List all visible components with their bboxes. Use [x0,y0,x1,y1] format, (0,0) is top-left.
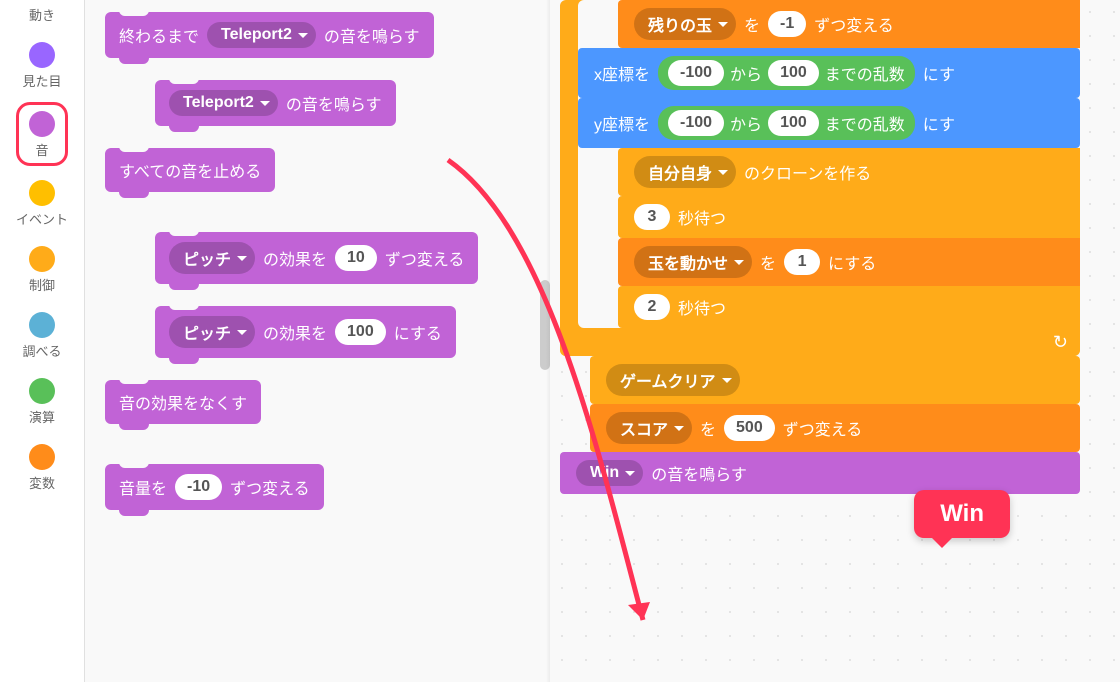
wait-value-input[interactable]: 3 [634,204,670,230]
change-score-block[interactable]: スコア を 500 ずつ変える [590,404,1080,452]
script-workspace[interactable]: 残りの玉 を -1 ずつ変える x座標を -100 から 100 までの乱数 [550,0,1120,682]
random-operator[interactable]: -100 から 100 までの乱数 [658,106,915,140]
play-sound-block[interactable]: Teleport2 の音を鳴らす [155,80,396,126]
wait-block[interactable]: 3 秒待つ [618,196,1080,238]
play-sound-until-done-block[interactable]: 終わるまで Teleport2 の音を鳴らす [105,12,434,58]
clone-dropdown[interactable]: 自分自身 [634,156,736,188]
looks-icon [29,42,55,68]
create-clone-block[interactable]: 自分自身 のクローンを作る [618,148,1080,196]
random-operator[interactable]: -100 から 100 までの乱数 [658,56,915,90]
variables-icon [29,444,55,470]
broadcast-block[interactable]: ゲームクリア [590,356,1080,404]
wait-block[interactable]: 2 秒待つ [618,286,1080,328]
clear-effects-block[interactable]: 音の効果をなくす [105,380,261,424]
var-dropdown[interactable]: 玉を動かせ [634,246,752,278]
block-palette: 終わるまで Teleport2 の音を鳴らす Teleport2 の音を鳴らす … [85,0,550,682]
effect-value-input[interactable]: 100 [335,319,386,345]
effect-dropdown[interactable]: ピッチ [169,242,255,274]
wait-value-input[interactable]: 2 [634,294,670,320]
sound-dropdown[interactable]: Win [576,460,643,486]
cat-events[interactable]: イベント [16,180,68,228]
effect-value-input[interactable]: 10 [335,245,377,271]
loop-arrow-icon: ↻ [1053,332,1068,353]
sound-icon [29,111,55,137]
win-annotation-label: Win [914,490,1010,538]
operators-icon [29,378,55,404]
effect-dropdown[interactable]: ピッチ [169,316,255,348]
set-x-block[interactable]: x座標を -100 から 100 までの乱数 にす [578,48,1080,98]
cat-operators[interactable]: 演算 [29,378,55,426]
cat-sensing[interactable]: 調べる [22,312,61,360]
loop-c-block[interactable]: 残りの玉 を -1 ずつ変える x座標を -100 から 100 までの乱数 [560,0,1080,356]
events-icon [29,180,55,206]
message-dropdown[interactable]: ゲームクリア [606,364,740,396]
cat-motion[interactable]: 動き [29,5,55,24]
var-dropdown[interactable]: スコア [606,412,692,444]
change-volume-block[interactable]: 音量を -10 ずつ変える [105,464,324,510]
cat-looks[interactable]: 見た目 [22,42,61,90]
set-var-block[interactable]: 玉を動かせ を 1 にする [618,238,1080,286]
set-effect-block[interactable]: ピッチ の効果を 100 にする [155,306,456,358]
sound-dropdown[interactable]: Teleport2 [169,90,278,116]
change-var-block[interactable]: 残りの玉 を -1 ずつ変える [618,0,1080,48]
change-effect-block[interactable]: ピッチ の効果を 10 ずつ変える [155,232,478,284]
var-value-input[interactable]: 500 [724,415,775,441]
var-dropdown[interactable]: 残りの玉 [634,8,736,40]
sensing-icon [29,312,55,338]
cat-control[interactable]: 制御 [29,246,55,294]
category-sidebar: 動き 見た目 音 イベント 制御 調べる 演算 変数 [0,0,85,682]
play-sound-win-block[interactable]: Win の音を鳴らす [560,452,1080,494]
cat-sound[interactable]: 音 [16,102,68,166]
volume-value-input[interactable]: -10 [175,474,222,500]
var-value-input[interactable]: -1 [768,11,806,37]
control-icon [29,246,55,272]
var-value-input[interactable]: 1 [784,249,820,275]
palette-scrollbar[interactable] [540,280,550,370]
stop-all-sounds-block[interactable]: すべての音を止める [105,148,275,192]
cat-variables[interactable]: 変数 [29,444,55,492]
set-y-block[interactable]: y座標を -100 から 100 までの乱数 にす [578,98,1080,148]
sound-dropdown[interactable]: Teleport2 [207,22,316,48]
